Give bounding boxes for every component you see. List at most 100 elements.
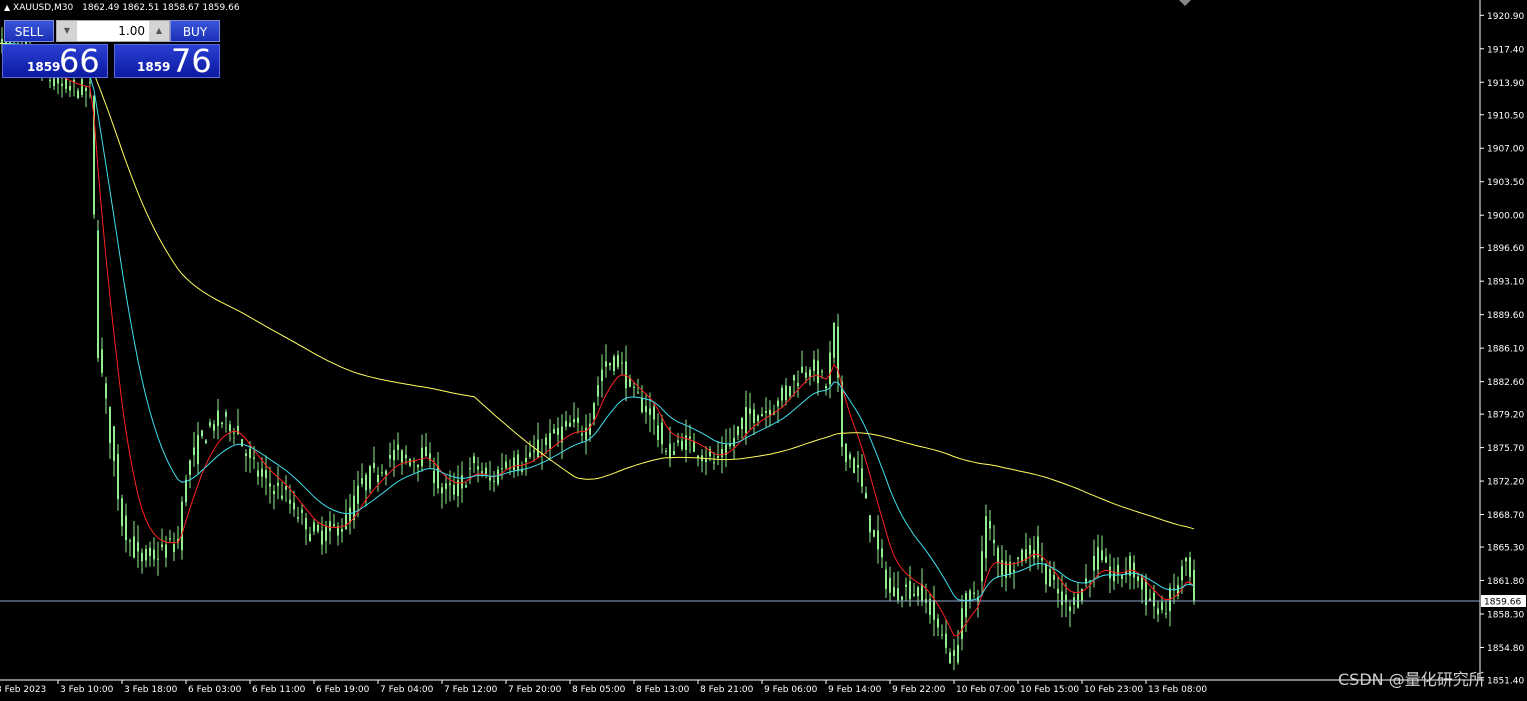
candle-body: [649, 408, 651, 415]
lot-size-value[interactable]: 1.00: [118, 21, 145, 41]
symbol-label: XAUUSD,M30: [13, 3, 74, 13]
candle-body: [505, 461, 507, 469]
candle-body: [997, 547, 999, 564]
candle-body: [949, 652, 951, 664]
candle-body: [265, 470, 267, 479]
lot-decrease-icon[interactable]: ▼: [57, 21, 77, 41]
candle-body: [641, 398, 643, 413]
candle-body: [477, 466, 479, 470]
candle-body: [321, 530, 323, 545]
candle-body: [329, 521, 331, 531]
candle-body: [913, 593, 915, 596]
sell-price-box[interactable]: 1859 66: [2, 43, 108, 79]
candle-body: [1105, 556, 1107, 563]
ma-slow-line: [0, 42, 1195, 530]
candle-body: [853, 458, 855, 473]
candle-body: [537, 439, 539, 458]
candle-body: [1061, 591, 1063, 606]
candle-body: [605, 361, 607, 367]
candle-body: [513, 457, 515, 471]
candle-body: [129, 540, 131, 542]
watermark: CSDN @量化研究所: [1338, 670, 1485, 689]
candle-body: [741, 417, 743, 430]
candle-body: [317, 524, 319, 532]
candle-body: [585, 427, 587, 440]
candle-body: [145, 549, 147, 561]
candle-body: [893, 587, 895, 597]
x-tick-label: 10 Feb 23:00: [1084, 685, 1143, 695]
candle-body: [397, 444, 399, 450]
candle-body: [1137, 576, 1139, 581]
candle-body: [189, 460, 191, 475]
candle-body: [133, 536, 135, 558]
y-tick-label: 1920.90: [1487, 12, 1524, 22]
candle-body: [677, 440, 679, 443]
candle-body: [205, 440, 207, 444]
candle-body: [1017, 557, 1019, 560]
candle-body: [941, 634, 943, 636]
y-tick-label: 1865.30: [1487, 544, 1524, 554]
buy-price-box[interactable]: 1859 76: [114, 42, 220, 80]
candle-body: [209, 422, 211, 426]
candle-body: [889, 577, 891, 593]
candle-body: [577, 417, 579, 423]
candle-body: [473, 456, 475, 464]
candle-body: [981, 551, 983, 582]
candle-body: [685, 435, 687, 451]
price-chart[interactable]: 1920.90 1917.40 1913.90 1910.50 1907.00 1903.…: [0, 0, 1527, 697]
candle-body: [865, 492, 867, 499]
candle-body: [681, 440, 683, 450]
candle-body: [1049, 569, 1051, 587]
candle-body: [193, 447, 195, 456]
candle-body: [313, 522, 315, 532]
candle-body: [809, 369, 811, 377]
candle-body: [121, 498, 123, 527]
candle-body: [257, 470, 259, 477]
x-tick-label: 7 Feb 20:00: [508, 685, 562, 695]
candle-body: [333, 524, 335, 526]
chart-area[interactable]: 1920.90 1917.40 1913.90 1910.50 1907.00 1903.…: [0, 0, 1527, 697]
sell-button[interactable]: SELL: [4, 20, 54, 42]
candle-body: [1157, 608, 1159, 615]
candle-body: [965, 593, 967, 618]
one-click-trade-panel: SELL ▼ 1.00 ▲ BUY 1859 66 1859 76: [2, 20, 222, 80]
candle-body: [757, 415, 759, 422]
candle-body: [261, 468, 263, 477]
candle-body: [905, 584, 907, 587]
candle-body: [1149, 598, 1151, 601]
candle-body: [465, 485, 467, 488]
candle-body: [409, 459, 411, 466]
candle-body: [933, 599, 935, 620]
candle-body: [53, 78, 55, 87]
candle-body: [277, 482, 279, 486]
candle-body: [1021, 549, 1023, 562]
buy-button[interactable]: BUY: [170, 20, 220, 42]
candle-body: [1097, 547, 1099, 570]
candle-body: [637, 392, 639, 394]
candle-body: [765, 411, 767, 413]
y-tick-label: 1872.20: [1487, 478, 1524, 488]
dropdown-triangle-icon[interactable]: ▲: [4, 3, 10, 12]
chart-shift-marker-icon[interactable]: [1179, 0, 1191, 6]
candle-body: [881, 548, 883, 558]
candle-body: [1029, 545, 1031, 555]
candle-body: [441, 487, 443, 494]
lot-size-field[interactable]: ▼ 1.00 ▲: [56, 20, 170, 42]
candle-body: [225, 412, 227, 417]
candle-body: [393, 450, 395, 461]
candle-body: [665, 450, 667, 452]
candle-body: [861, 468, 863, 487]
candle-body: [357, 485, 359, 504]
candle-body: [97, 230, 99, 359]
lot-increase-icon[interactable]: ▲: [149, 21, 169, 41]
buy-price-pips: 76: [171, 42, 212, 80]
candle-body: [909, 581, 911, 600]
candle-body: [601, 369, 603, 382]
x-tick-label: 9 Feb 14:00: [828, 685, 882, 695]
candle-body: [993, 539, 995, 544]
candle-body: [737, 426, 739, 436]
candle-body: [833, 322, 835, 358]
candle-body: [869, 515, 871, 533]
y-tick-label: 1910.50: [1487, 111, 1524, 121]
candle-body: [1189, 557, 1191, 577]
